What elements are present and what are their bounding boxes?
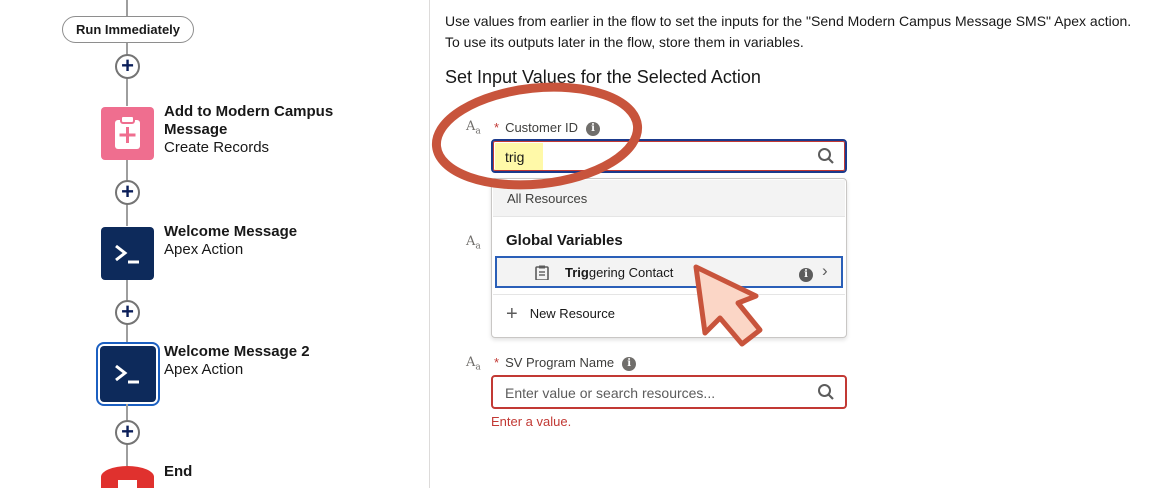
stop-icon (118, 480, 137, 488)
sv-program-name-label: * SV Program Name i (494, 355, 637, 371)
dropdown-item-label: Triggering Contact (565, 265, 673, 280)
section-title: Set Input Values for the Selected Action (445, 67, 761, 87)
apex-action-node-icon-selected[interactable] (100, 346, 156, 402)
sv-program-name-label-text: SV Program Name (505, 355, 615, 370)
panel-divider (429, 0, 430, 488)
text-type-icon: Aa (466, 119, 481, 137)
customer-id-label: * Customer ID i (494, 120, 601, 136)
node-label-welcome-message-2[interactable]: Welcome Message 2 Apex Action (164, 343, 310, 379)
node-subtitle: Apex Action (164, 241, 244, 258)
resource-dropdown: All Resources Global Variables Triggerin… (491, 178, 847, 338)
node-title: Add to Modern Campus (164, 103, 334, 120)
chevron-right-icon[interactable]: › (822, 261, 828, 281)
dropdown-group-title: Global Variables (506, 232, 623, 249)
node-title: Welcome Message (164, 223, 298, 240)
customer-id-value: trig (505, 149, 525, 165)
plus-icon: + (506, 303, 518, 325)
match-highlight: Trig (565, 265, 589, 280)
start-trigger-pill[interactable]: Run Immediately (62, 16, 194, 43)
dropdown-header: All Resources (493, 180, 845, 217)
add-element-button[interactable]: + (115, 300, 140, 325)
connector-line (126, 0, 128, 16)
add-element-button[interactable]: + (115, 420, 140, 445)
node-subtitle: Apex Action (164, 361, 244, 378)
apex-action-node-icon[interactable] (101, 227, 154, 280)
dropdown-header-label: All Resources (507, 191, 588, 206)
sv-program-name-input[interactable]: Enter value or search resources... (491, 375, 847, 409)
customer-id-input[interactable]: trig (491, 139, 847, 173)
item-info: i (799, 265, 813, 283)
search-icon[interactable] (817, 147, 835, 165)
info-icon[interactable]: i (622, 357, 637, 371)
search-icon[interactable] (817, 383, 835, 401)
apex-action-icon (115, 364, 139, 384)
add-element-button[interactable]: + (115, 180, 140, 205)
dropdown-item-triggering-contact[interactable]: Triggering Contact i › (495, 256, 843, 288)
clipboard-plus-icon (115, 115, 140, 149)
node-label-create-records[interactable]: Add to Modern Campus Message Create Reco… (164, 103, 333, 157)
flow-canvas: Run Immediately + Add to Modern Campus M… (0, 0, 430, 488)
action-description: Use values from earlier in the flow to s… (445, 13, 1132, 50)
item-label-rest: gering Contact (588, 265, 674, 280)
field-error-message: Enter a value. (491, 414, 572, 429)
apex-action-icon (115, 244, 139, 264)
add-element-button[interactable]: + (115, 54, 140, 79)
record-icon (535, 265, 549, 280)
create-records-node-icon[interactable] (101, 107, 154, 160)
node-label-welcome-message[interactable]: Welcome Message Apex Action (164, 223, 297, 259)
info-icon[interactable]: i (586, 122, 601, 136)
text-type-icon: Aa (466, 355, 481, 373)
new-resource-label: New Resource (529, 306, 615, 321)
node-title-line2: Message (164, 121, 228, 138)
sv-program-name-placeholder: Enter value or search resources... (505, 385, 716, 401)
customer-id-label-text: Customer ID (505, 120, 579, 135)
dropdown-separator (493, 294, 845, 295)
text-type-icon: Aa (466, 234, 481, 252)
required-marker: * (494, 120, 500, 135)
node-title: End (164, 463, 193, 480)
required-marker: * (494, 355, 500, 370)
node-title: Welcome Message 2 (164, 343, 310, 360)
node-subtitle: Create Records (164, 139, 270, 156)
end-node-icon[interactable] (101, 466, 154, 488)
highlight-ellipse-annotation (431, 82, 643, 190)
new-resource-option[interactable]: + New Resource (506, 303, 615, 326)
node-label-end[interactable]: End (164, 463, 192, 481)
info-icon[interactable]: i (799, 268, 813, 282)
